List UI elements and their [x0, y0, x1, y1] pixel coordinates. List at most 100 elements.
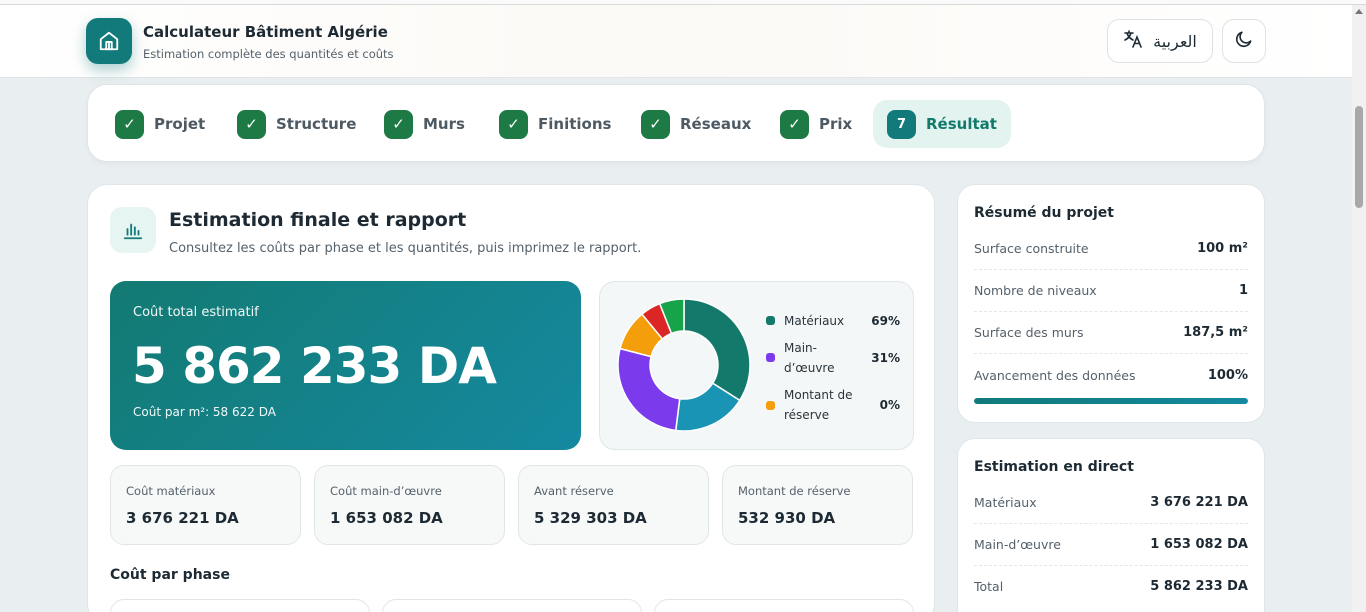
- summary-key: Surface des murs: [974, 325, 1084, 340]
- legend-item-main-oeuvre: Main-d’œuvre 31%: [766, 335, 900, 380]
- legend-swatch: [766, 400, 775, 410]
- summary-value: 1: [1238, 283, 1248, 298]
- summary-value: 100%: [1207, 367, 1248, 383]
- building-icon[interactable]: [86, 18, 132, 64]
- cost-labor-card: Coût main-d’œuvre 1 653 082 DA: [314, 465, 505, 545]
- step-label: Structure: [276, 115, 357, 133]
- step-projet[interactable]: ✓ Projet: [101, 100, 219, 148]
- step-finitions[interactable]: ✓ Finitions: [485, 100, 625, 148]
- step-structure[interactable]: ✓ Structure: [223, 100, 370, 148]
- total-cost-card: Coût total estimatif 5 862 233 DA Coût p…: [110, 281, 581, 450]
- summary-key: Avancement des données: [974, 367, 1136, 383]
- translate-icon: [1123, 30, 1143, 52]
- summary-value: 187,5 m²: [1183, 325, 1248, 340]
- live-row: Matériaux 3 676 221 DA: [974, 482, 1248, 524]
- live-title: Estimation en direct: [974, 459, 1134, 475]
- mini-label: Montant de réserve: [738, 484, 851, 498]
- legend-name: Main-d’œuvre: [784, 340, 835, 375]
- scrollbar-thumb[interactable]: [1355, 106, 1363, 208]
- section-subtitle: Consultez les coûts par phase et les qua…: [169, 241, 642, 256]
- check-icon: ✓: [499, 109, 528, 139]
- moon-icon: [1234, 29, 1254, 53]
- check-icon: ✓: [237, 109, 266, 139]
- legend-pct: 31%: [871, 350, 900, 365]
- summary-key: Surface construite: [974, 241, 1089, 256]
- live-row: Main-d’œuvre 1 653 082 DA: [974, 524, 1248, 566]
- scroll-up-arrow-icon[interactable]: [1355, 9, 1363, 14]
- progress-fill: [974, 398, 1248, 404]
- donut-slice-2: [617, 347, 681, 432]
- mini-label: Coût main-d’œuvre: [330, 484, 442, 498]
- legend-name: Montant de réserve: [784, 388, 853, 422]
- step-label: Prix: [819, 115, 853, 133]
- step-label: Finitions: [538, 115, 612, 133]
- live-key: Matériaux: [974, 495, 1037, 510]
- step-label: Murs: [423, 115, 465, 133]
- summary-row: Avancement des données 100%: [974, 354, 1248, 396]
- check-icon: ✓: [780, 109, 809, 139]
- check-icon: ✓: [384, 109, 413, 139]
- check-icon: ✓: [641, 109, 670, 139]
- step-number: 7: [887, 109, 916, 139]
- wizard-stepper: ✓ Projet ✓ Structure ✓ Murs ✓ Finitions …: [87, 84, 1265, 162]
- legend-item-materiaux: Matériaux 69%: [766, 306, 900, 335]
- mini-value: 532 930 DA: [738, 509, 836, 527]
- step-label: Réseaux: [680, 115, 752, 133]
- summary-value: 100 m²: [1197, 241, 1248, 256]
- phase-card: [654, 599, 914, 612]
- language-toggle-button[interactable]: العربية: [1107, 19, 1213, 63]
- legend-pct: 0%: [879, 398, 900, 412]
- phase-card: [110, 599, 370, 612]
- reserve-amount-card: Montant de réserve 532 930 DA: [722, 465, 913, 545]
- step-label: Projet: [154, 115, 206, 133]
- step-prix[interactable]: ✓ Prix: [766, 100, 866, 148]
- data-progress-bar: [974, 398, 1248, 404]
- legend-item-reserve: Montant de réserve 0%: [766, 380, 900, 430]
- step-resultat[interactable]: 7 Résultat: [873, 100, 1011, 148]
- app-header: Calculateur Bâtiment Algérie Estimation …: [0, 5, 1352, 78]
- final-estimate-card: Estimation finale et rapport Consultez l…: [87, 184, 935, 612]
- live-value: 5 862 233 DA: [1150, 578, 1248, 594]
- project-summary-card: Résumé du projet Surface construite 100 …: [957, 184, 1265, 423]
- total-cost-label: Coût total estimatif: [133, 305, 259, 320]
- live-key: Total: [974, 578, 1004, 594]
- summary-row: Surface construite 100 m²: [974, 228, 1248, 270]
- legend-swatch: [766, 316, 775, 325]
- cost-per-m2: Coût par m²: 58 622 DA: [133, 405, 276, 419]
- mini-label: Coût matériaux: [126, 484, 216, 498]
- mini-value: 3 676 221 DA: [126, 509, 239, 527]
- app-title: Calculateur Bâtiment Algérie: [143, 23, 388, 41]
- step-label: Résultat: [926, 115, 997, 133]
- live-value: 1 653 082 DA: [1150, 537, 1248, 552]
- summary-key: Nombre de niveaux: [974, 283, 1097, 298]
- mini-label: Avant réserve: [534, 484, 614, 498]
- legend-name: Matériaux: [784, 313, 845, 328]
- phase-card: [382, 599, 642, 612]
- bar-chart-icon: [110, 207, 156, 253]
- legend-swatch: [766, 353, 775, 362]
- cost-breakdown-chart-card: Matériaux 69% Main-d’œuvre 31% Montant d…: [599, 281, 914, 450]
- section-title: Estimation finale et rapport: [169, 209, 467, 231]
- live-estimate-card: Estimation en direct Matériaux 3 676 221…: [957, 438, 1265, 612]
- total-cost-value: 5 862 233 DA: [132, 337, 497, 395]
- live-key: Main-d’œuvre: [974, 537, 1061, 552]
- step-reseaux[interactable]: ✓ Réseaux: [627, 100, 765, 148]
- step-murs[interactable]: ✓ Murs: [370, 100, 479, 148]
- mini-value: 1 653 082 DA: [330, 509, 443, 527]
- cost-materials-card: Coût matériaux 3 676 221 DA: [110, 465, 301, 545]
- check-icon: ✓: [115, 109, 144, 139]
- before-reserve-card: Avant réserve 5 329 303 DA: [518, 465, 709, 545]
- summary-row: Nombre de niveaux 1: [974, 270, 1248, 312]
- live-value: 3 676 221 DA: [1150, 495, 1248, 510]
- language-label: العربية: [1153, 31, 1197, 51]
- live-row: Total 5 862 233 DA: [974, 565, 1248, 607]
- chart-legend: Matériaux 69% Main-d’œuvre 31% Montant d…: [766, 306, 900, 430]
- mini-value: 5 329 303 DA: [534, 509, 647, 527]
- page-scrollbar[interactable]: [1352, 5, 1366, 612]
- phase-cost-title: Coût par phase: [110, 567, 230, 583]
- summary-row: Surface des murs 187,5 m²: [974, 312, 1248, 354]
- theme-toggle-button[interactable]: [1222, 19, 1266, 63]
- legend-pct: 69%: [871, 313, 900, 328]
- app-subtitle: Estimation complète des quantités et coû…: [143, 47, 394, 61]
- summary-title: Résumé du projet: [974, 205, 1114, 221]
